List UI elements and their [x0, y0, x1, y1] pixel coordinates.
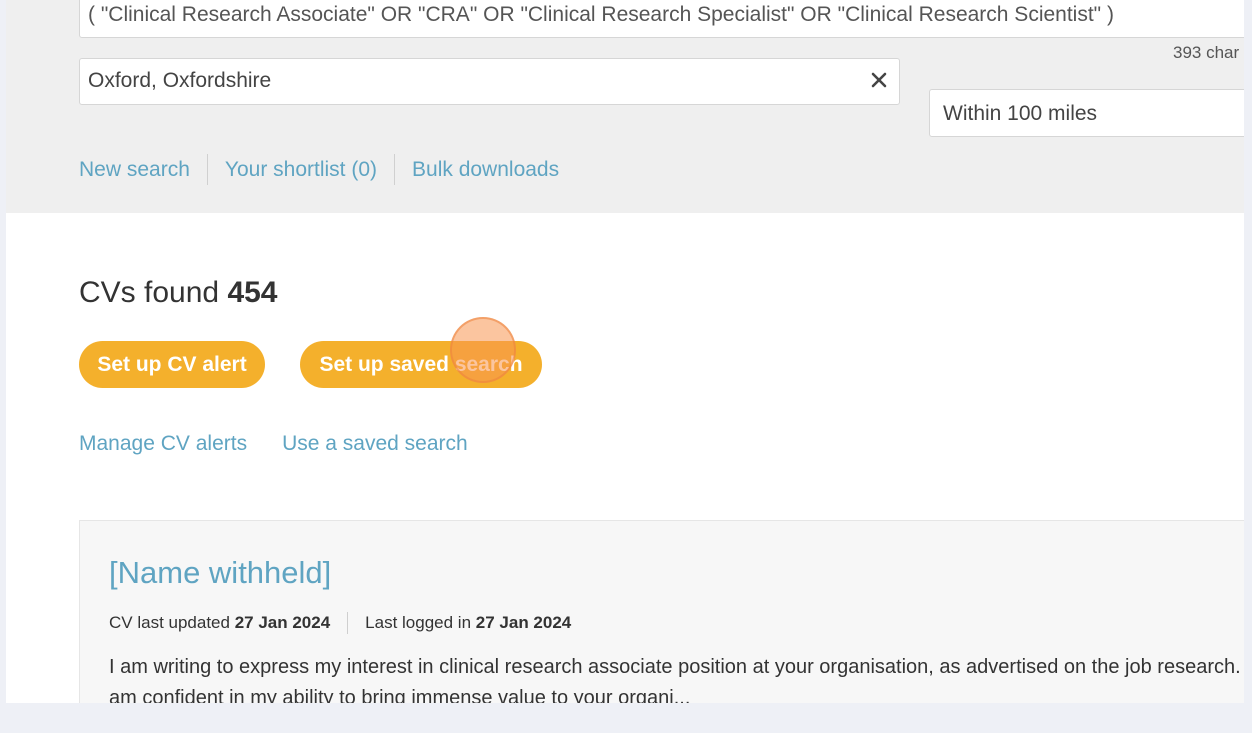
- set-up-saved-search-button[interactable]: Set up saved search: [300, 341, 542, 388]
- cv-updated-date: 27 Jan 2024: [234, 613, 331, 632]
- search-panel: ( "Clinical Research Associate" OR "CRA"…: [6, 0, 1244, 213]
- alert-links: Manage CV alerts Use a saved search: [79, 432, 468, 456]
- results-label: CVs found: [79, 276, 220, 309]
- keywords-input[interactable]: ( "Clinical Research Associate" OR "CRA"…: [79, 0, 1244, 38]
- card-meta: CV last updated 27 Jan 2024 Last logged …: [109, 612, 571, 634]
- close-icon[interactable]: [868, 69, 890, 91]
- results-heading: CVs found 454: [79, 276, 278, 310]
- cv-updated-label: CV last updated: [109, 613, 230, 632]
- search-links: New search Your shortlist (0) Bulk downl…: [79, 154, 559, 185]
- logged-in-label: Last logged in: [365, 613, 472, 632]
- set-up-cv-alert-button[interactable]: Set up CV alert: [79, 341, 265, 388]
- logged-in-date: 27 Jan 2024: [475, 613, 572, 632]
- results-count: 454: [227, 276, 278, 309]
- link-divider: [206, 154, 208, 185]
- page-frame: ( "Clinical Research Associate" OR "CRA"…: [6, 0, 1244, 703]
- cv-summary: I am writing to express my interest in c…: [109, 656, 1244, 703]
- meta-divider: [347, 612, 349, 634]
- new-search-link[interactable]: New search: [79, 158, 190, 182]
- location-input[interactable]: Oxford, Oxfordshire: [79, 58, 900, 105]
- candidate-name-link[interactable]: [Name withheld]: [109, 555, 331, 591]
- result-card: [Name withheld] CV last updated 27 Jan 2…: [79, 520, 1244, 703]
- bulk-downloads-link[interactable]: Bulk downloads: [412, 158, 559, 182]
- character-count: 393 char: [1173, 43, 1240, 62]
- manage-cv-alerts-link[interactable]: Manage CV alerts: [79, 432, 247, 456]
- radius-select[interactable]: Within 100 miles: [929, 89, 1244, 137]
- link-divider: [394, 154, 396, 185]
- shortlist-link[interactable]: Your shortlist (0): [225, 158, 377, 182]
- use-saved-search-link[interactable]: Use a saved search: [282, 432, 468, 456]
